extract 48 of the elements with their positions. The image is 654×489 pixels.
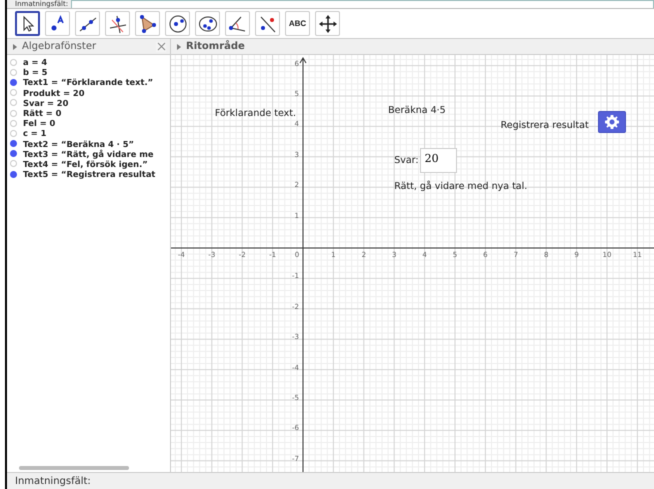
visibility-dot-icon[interactable]: [10, 150, 17, 158]
algebra-item[interactable]: Text1 = “Förklarande text.”: [23, 77, 154, 88]
settings-icon: [604, 114, 620, 130]
collapse-triangle-icon[interactable]: [13, 44, 17, 50]
algebra-item[interactable]: Text3 = “Rätt, gå vidare me: [23, 148, 154, 159]
canvas-text: Beräkna 4·5: [388, 105, 446, 116]
settings-button[interactable]: [598, 111, 626, 134]
panel-title: Algebrafönster: [22, 41, 96, 52]
algebra-item[interactable]: Text2 = “Beräkna 4 · 5”: [23, 138, 134, 149]
answer-field[interactable]: 20: [420, 148, 457, 173]
algebra-item[interactable]: a = 4: [23, 57, 48, 68]
move-tool-button[interactable]: [15, 11, 40, 36]
perpendicular-lines-icon: [108, 14, 128, 34]
pan-tool-button[interactable]: [315, 11, 340, 36]
close-icon[interactable]: [156, 42, 166, 52]
algebra-item[interactable]: b = 5: [23, 67, 48, 78]
field-label: Svar:: [394, 154, 419, 166]
angle-tool-button[interactable]: [225, 11, 250, 36]
conic-tool-button[interactable]: [195, 11, 220, 36]
canvas-text: Förklarande text.: [214, 108, 296, 120]
point-tool-button[interactable]: [45, 11, 70, 36]
algebra-item[interactable]: Text5 = “Registrera resultat: [23, 169, 156, 180]
triangle-icon: [138, 14, 158, 34]
ellipse-icon: [198, 14, 218, 34]
canvas-text: Rätt, gå vidare med nya tal.: [394, 181, 528, 192]
scrollbar-thumb[interactable]: [19, 466, 129, 470]
collapse-triangle-icon[interactable]: [177, 44, 181, 50]
canvas-text: Registrera resultat: [500, 120, 589, 132]
algebra-item[interactable]: Fel = 0: [23, 118, 56, 128]
algebra-item[interactable]: Rätt = 0: [23, 108, 62, 118]
algebra-item[interactable]: Svar = 20: [23, 98, 68, 108]
visibility-dot-icon[interactable]: [10, 140, 17, 148]
reflect-tool-button[interactable]: [255, 11, 280, 36]
line-tool-button[interactable]: [75, 11, 100, 36]
text-tool-button[interactable]: ABC: [285, 11, 310, 36]
input-field[interactable]: [71, 0, 654, 8]
visibility-dot-icon[interactable]: [10, 170, 17, 178]
algebra-item[interactable]: Text4 = “Fel, försök igen.”: [23, 158, 148, 169]
circle-icon: [168, 14, 188, 34]
move-arrows-icon: [318, 14, 338, 34]
polygon-tool-button[interactable]: [135, 11, 160, 36]
input-bar-label: Inmatningsfält:: [15, 476, 91, 486]
algebra-item[interactable]: c = 1: [23, 128, 46, 138]
circle-tool-button[interactable]: [165, 11, 190, 36]
panel-title: Ritområde: [186, 41, 245, 52]
perpendicular-tool-button[interactable]: [105, 11, 130, 36]
algebra-item[interactable]: Produkt = 20: [23, 88, 84, 98]
visibility-dot-icon[interactable]: [10, 78, 17, 86]
